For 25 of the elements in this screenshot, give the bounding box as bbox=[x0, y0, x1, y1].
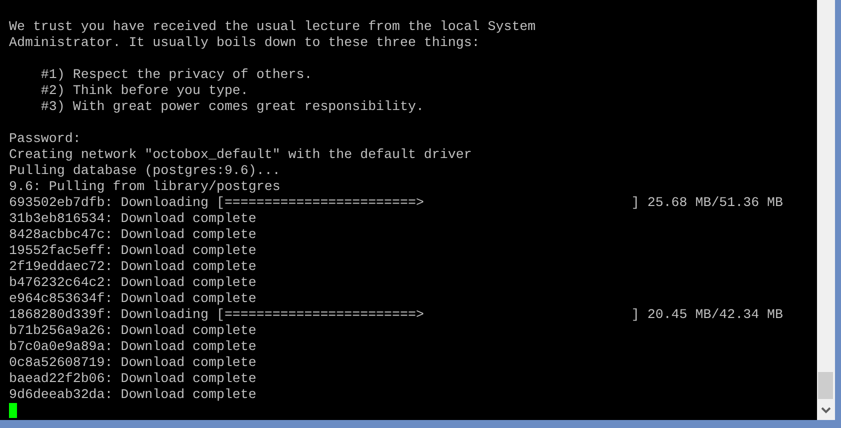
terminal-line: Password: bbox=[9, 131, 81, 147]
terminal-line: #1) Respect the privacy of others. bbox=[40, 67, 312, 83]
terminal-line: #2) Think before you type. bbox=[40, 83, 248, 99]
terminal-line: b7c0a0e9a89a: Download complete bbox=[9, 339, 256, 355]
terminal-line: b476232c64c2: Download complete bbox=[9, 275, 256, 291]
terminal-line: Pulling database (postgres:9.6)... bbox=[9, 163, 280, 179]
scrollbar[interactable] bbox=[817, 0, 835, 420]
terminal-line: 693502eb7dfb: Downloading [========================> ] 25.68 MB/51.36 MB bbox=[9, 195, 784, 211]
scrollbar-thumb[interactable] bbox=[818, 372, 833, 399]
terminal-line: 9d6deeab32da: Download complete bbox=[9, 387, 256, 403]
terminal-line: Creating network "octobox_default" with the default driver bbox=[9, 147, 472, 163]
terminal-line: e964c853634f: Download complete bbox=[9, 291, 256, 307]
terminal-line: Administrator. It usually boils down to these three things: bbox=[9, 35, 480, 51]
terminal-line: 2f19eddaec72: Download complete bbox=[9, 259, 256, 275]
text-cursor bbox=[9, 403, 17, 418]
terminal-line: baead22f2b06: Download complete bbox=[9, 371, 256, 387]
terminal-line: 9.6: Pulling from library/postgres bbox=[9, 179, 280, 195]
terminal-line: #3) With great power comes great responsibility. bbox=[40, 99, 424, 115]
terminal-line: 1868280d339f: Downloading [========================> ] 20.45 MB/42.34 MB bbox=[9, 307, 784, 323]
terminal-line: 0c8a52608719: Download complete bbox=[9, 355, 256, 371]
terminal-line: 8428acbbc47c: Download complete bbox=[9, 227, 256, 243]
terminal-line: 19552fac5eff: Download complete bbox=[9, 243, 256, 259]
terminal-line: We trust you have received the usual lecture from the local System bbox=[9, 19, 536, 35]
terminal-line: 31b3eb816534: Download complete bbox=[9, 211, 256, 227]
terminal-line: b71b256a9a26: Download complete bbox=[9, 323, 256, 339]
